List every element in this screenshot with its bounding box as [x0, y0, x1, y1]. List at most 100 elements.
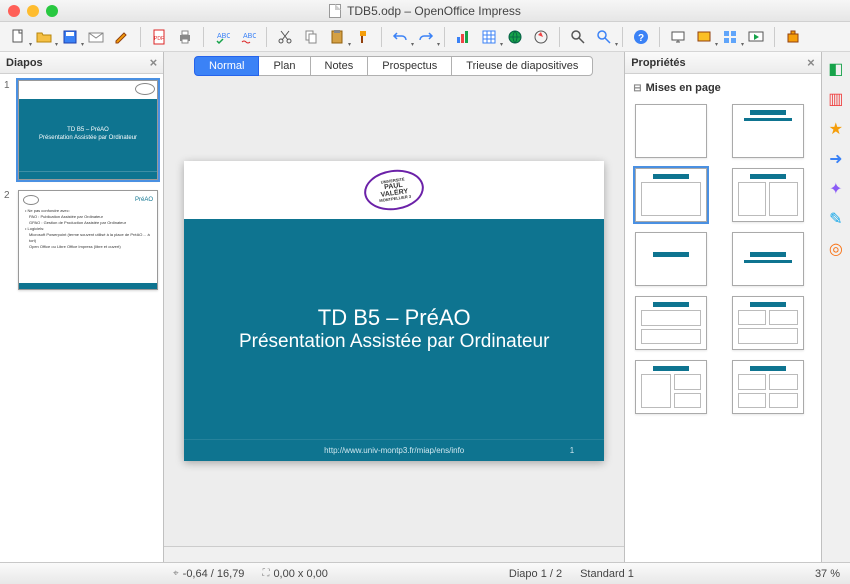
- slide-subtitle: Présentation Assistée par Ordinateur: [239, 331, 550, 353]
- status-coords-value: -0,64 / 16,79: [183, 568, 245, 580]
- layout-l-split[interactable]: [635, 360, 707, 414]
- copy-button[interactable]: [299, 25, 323, 49]
- slide-body: TD B5 – PréAO Présentation Assistée par …: [184, 219, 604, 439]
- document-icon: [329, 4, 341, 18]
- paste-button[interactable]: ▾: [325, 25, 349, 49]
- slide-header: UNIVERSITÉ PAUL VALÉRY MONTPELLIER 3: [184, 161, 604, 219]
- layout-2row[interactable]: [635, 296, 707, 350]
- save-button[interactable]: ▾: [58, 25, 82, 49]
- sidebar-master-icon[interactable]: ◎: [825, 238, 847, 260]
- slide-show-button[interactable]: [744, 25, 768, 49]
- slides-panel: Diapos × 1 TD B5 – PréAO Présentation As…: [0, 52, 164, 562]
- svg-text:ABC: ABC: [243, 33, 256, 40]
- slide-thumb: TD B5 – PréAO Présentation Assistée par …: [18, 80, 158, 180]
- tab-normal[interactable]: Normal: [194, 56, 259, 76]
- layout-blank[interactable]: [635, 104, 707, 158]
- help-button[interactable]: ?: [629, 25, 653, 49]
- hyperlink-button[interactable]: [503, 25, 527, 49]
- sidebar-properties-icon[interactable]: ◧: [825, 58, 847, 80]
- horizontal-scrollbar[interactable]: [164, 546, 624, 562]
- slide-number: 1: [4, 80, 14, 180]
- close-properties-panel-button[interactable]: ×: [807, 55, 815, 70]
- spellcheck-button[interactable]: ABC: [210, 25, 234, 49]
- sidebar-styles-icon[interactable]: ✎: [825, 208, 847, 230]
- sidebar-icon-strip: ◧ ▥ ★ ➜ ✦ ✎ ◎: [821, 52, 850, 562]
- svg-text:PDF: PDF: [154, 36, 164, 42]
- thumb-title: TD B5 – PréAO: [67, 127, 109, 135]
- layouts-title: Mises en page: [646, 82, 721, 94]
- new-doc-button[interactable]: ▾: [6, 25, 30, 49]
- slide-thumb: PréAO • Ne pas confondre avec: PAO : Pub…: [18, 190, 158, 290]
- cut-button[interactable]: [273, 25, 297, 49]
- svg-text:ABC: ABC: [217, 33, 230, 40]
- slide-thumbnail-1[interactable]: 1 TD B5 – PréAO Présentation Assistée pa…: [4, 80, 159, 180]
- export-pdf-button[interactable]: PDF: [147, 25, 171, 49]
- properties-body: Mises en page: [625, 74, 820, 562]
- grid-button[interactable]: ▾: [718, 25, 742, 49]
- status-template: Standard 1: [580, 568, 634, 580]
- autospell-button[interactable]: ABC: [236, 25, 260, 49]
- zoom-button[interactable]: [566, 25, 590, 49]
- slide-page-number: 1: [570, 446, 574, 455]
- layout-4content[interactable]: [732, 360, 804, 414]
- thumb2-b2b: Open Office ou Libre Office Impress (lib…: [25, 244, 151, 250]
- sidebar-navigator-icon[interactable]: ➜: [825, 148, 847, 170]
- sidebar-gallery-icon[interactable]: ▥: [825, 88, 847, 110]
- properties-panel-header: Propriétés ×: [625, 52, 820, 74]
- layout-title-only[interactable]: [635, 232, 707, 286]
- redo-button[interactable]: ▾: [414, 25, 438, 49]
- main-toolbar: ▾ ▾ ▾ PDF ABC ABC ▾ ▾ ▾ ▾ ▾ ? ▾ ▾: [0, 22, 850, 52]
- sidebar-favorite-icon[interactable]: ★: [825, 118, 847, 140]
- thumb2-b2a: Microsoft Powerpoint (terme souvent util…: [25, 232, 151, 244]
- tab-notes[interactable]: Notes: [310, 56, 369, 76]
- navigator-button[interactable]: [529, 25, 553, 49]
- view-tabs: Normal Plan Notes Prospectus Trieuse de …: [164, 52, 624, 76]
- presentation-button[interactable]: [666, 25, 690, 49]
- undo-button[interactable]: ▾: [388, 25, 412, 49]
- slide-canvas[interactable]: UNIVERSITÉ PAUL VALÉRY MONTPELLIER 3 TD …: [164, 76, 624, 546]
- slide-footer: http://www.univ-montp3.fr/miap/ens/info …: [184, 439, 604, 461]
- open-button[interactable]: ▾: [32, 25, 56, 49]
- slide-number: 2: [4, 190, 14, 290]
- properties-panel: Propriétés × Mises en page: [625, 52, 820, 562]
- layout-title-content[interactable]: [635, 168, 707, 222]
- slide-design-button[interactable]: ▾: [692, 25, 716, 49]
- status-bar: ⌖-0,64 / 16,79 ⛶0,00 x 0,00 Diapo 1 / 2 …: [0, 562, 850, 584]
- titlebar: TDB5.odp – OpenOffice Impress: [0, 0, 850, 22]
- edit-button[interactable]: [110, 25, 134, 49]
- slide-thumbnail-2[interactable]: 2 PréAO • Ne pas confondre avec: PAO : P…: [4, 190, 159, 290]
- tab-prospectus[interactable]: Prospectus: [367, 56, 452, 76]
- slide-title: TD B5 – PréAO: [318, 305, 471, 331]
- window-title-text: TDB5.odp – OpenOffice Impress: [347, 4, 521, 18]
- main-area: Diapos × 1 TD B5 – PréAO Présentation As…: [0, 52, 850, 562]
- svg-text:?: ?: [638, 33, 644, 44]
- print-button[interactable]: [173, 25, 197, 49]
- status-coords: ⌖-0,64 / 16,79: [173, 568, 244, 580]
- chart-button[interactable]: [451, 25, 475, 49]
- layout-centered[interactable]: [732, 232, 804, 286]
- format-brush-button[interactable]: [351, 25, 375, 49]
- sidebar-animation-icon[interactable]: ✦: [825, 178, 847, 200]
- find-button[interactable]: ▾: [592, 25, 616, 49]
- slide-footer-text: http://www.univ-montp3.fr/miap/ens/info: [324, 446, 464, 455]
- university-logo-icon: [23, 195, 39, 205]
- window-title: TDB5.odp – OpenOffice Impress: [0, 4, 850, 18]
- layouts-section-header[interactable]: Mises en page: [633, 78, 812, 98]
- table-button[interactable]: ▾: [477, 25, 501, 49]
- thumb2-title: PréAO: [135, 197, 153, 203]
- tab-sorter[interactable]: Trieuse de diapositives: [451, 56, 593, 76]
- extension-button[interactable]: [781, 25, 805, 49]
- layout-2x2[interactable]: [732, 296, 804, 350]
- close-slides-panel-button[interactable]: ×: [150, 55, 158, 70]
- status-slide: Diapo 1 / 2: [509, 568, 562, 580]
- layouts-grid: [633, 98, 812, 420]
- status-zoom[interactable]: 37 %: [815, 568, 840, 580]
- mail-button[interactable]: [84, 25, 108, 49]
- tab-plan[interactable]: Plan: [258, 56, 310, 76]
- layout-title[interactable]: [732, 104, 804, 158]
- slides-panel-title: Diapos: [6, 57, 43, 69]
- properties-panel-title: Propriétés: [631, 57, 685, 69]
- layout-title-2content[interactable]: [732, 168, 804, 222]
- university-logo-icon: [135, 83, 155, 95]
- size-icon: ⛶: [262, 568, 269, 579]
